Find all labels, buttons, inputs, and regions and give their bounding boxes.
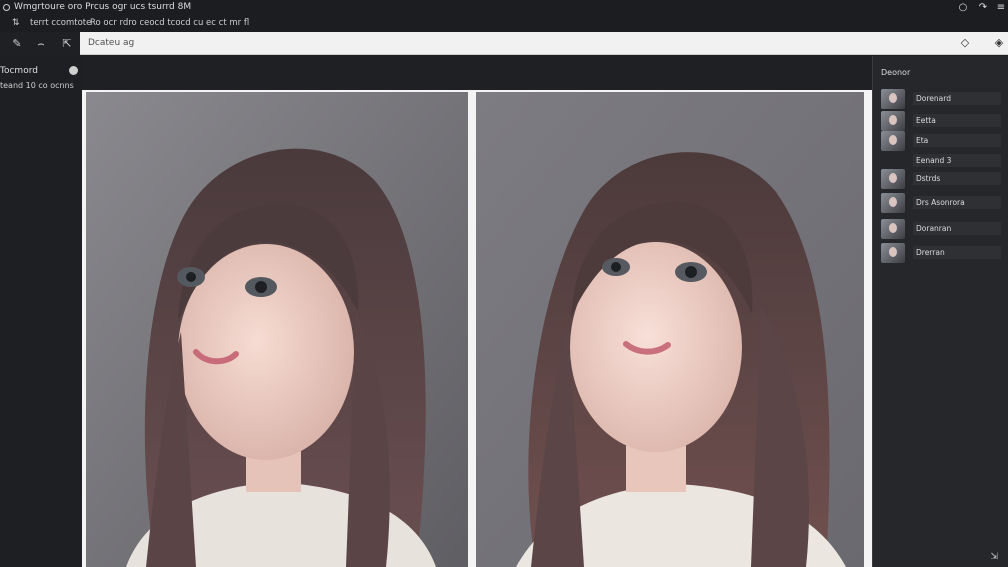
app-logo-icon <box>3 4 10 11</box>
layer-thumbnail <box>881 111 905 131</box>
left-panel-title: Tocmord <box>0 66 38 76</box>
layer-label: Dstrds <box>913 172 1001 185</box>
layer-label: Drerran <box>913 246 1001 259</box>
menu-item[interactable]: Ro ocr rdro ceocd tcocd cu ec ct mr fl <box>90 18 249 28</box>
pin-icon[interactable]: ↷ <box>978 3 988 13</box>
menu-item[interactable]: terrt ccomtote <box>30 18 91 28</box>
layer-label: Eenand 3 <box>913 154 1001 167</box>
window-title: Wmgrtoure oro Prcus ogr ucs tsurrd 8M <box>14 2 192 12</box>
layers-panel: Deonor Dorenard Eetta Eta Eenand 3 Dstrd… <box>872 56 1008 567</box>
title-bar: Wmgrtoure oro Prcus ogr ucs tsurrd 8M ○ … <box>0 0 1008 16</box>
canvas-header <box>82 56 872 90</box>
lasso-icon[interactable]: ⌢ <box>34 37 48 51</box>
transform-icon[interactable]: ⇱ <box>60 37 74 51</box>
settings-icon[interactable] <box>69 66 78 75</box>
layer-thumbnail <box>881 131 905 151</box>
pencil-icon[interactable]: ✎ <box>10 37 24 51</box>
layer-item[interactable]: Dstrds <box>879 168 1005 190</box>
diamond-icon[interactable]: ◈ <box>992 36 1006 50</box>
layer-label: Drs Asonrora <box>913 196 1001 209</box>
layer-item[interactable]: Drerran <box>879 242 1005 264</box>
left-panel: Tocmord teand 10 co ocnns <box>0 56 82 567</box>
layer-item[interactable]: Doranran <box>879 218 1005 240</box>
brush-icon[interactable]: ⇅ <box>12 18 20 28</box>
layer-thumbnail <box>881 89 905 109</box>
layer-label: Dorenard <box>913 92 1001 105</box>
resize-grip-icon[interactable]: ⇲ <box>990 552 998 562</box>
layer-label: Eetta <box>913 114 1001 127</box>
menu-bar: ⇅ terrt ccomtote Ro ocr rdro ceocd tcocd… <box>0 16 1008 32</box>
layer-label: Doranran <box>913 222 1001 235</box>
portrait-image-right[interactable] <box>476 92 864 567</box>
layer-thumbnail <box>881 243 905 263</box>
layer-item[interactable]: Eetta <box>879 110 1005 132</box>
layer-item[interactable]: Drs Asonrora <box>879 192 1005 214</box>
layer-thumbnail <box>881 169 905 189</box>
layer-item[interactable]: Eta <box>879 130 1005 152</box>
layer-thumbnail <box>881 219 905 239</box>
layer-thumbnail <box>881 193 905 213</box>
menu-icon[interactable]: ≡ <box>996 3 1006 13</box>
minimize-icon[interactable]: ○ <box>958 3 968 13</box>
layers-panel-title: Deonor <box>881 68 911 77</box>
portrait-image-left[interactable] <box>86 92 468 567</box>
search-bar: ◇ ◈ <box>80 32 1008 55</box>
left-panel-subtitle: teand 10 co ocnns <box>0 81 74 90</box>
layer-label: Eta <box>913 134 1001 147</box>
image-canvas[interactable] <box>82 90 872 567</box>
tag-icon[interactable]: ◇ <box>958 36 972 50</box>
search-input[interactable] <box>88 36 848 50</box>
layer-item[interactable]: Dorenard <box>879 88 1005 110</box>
